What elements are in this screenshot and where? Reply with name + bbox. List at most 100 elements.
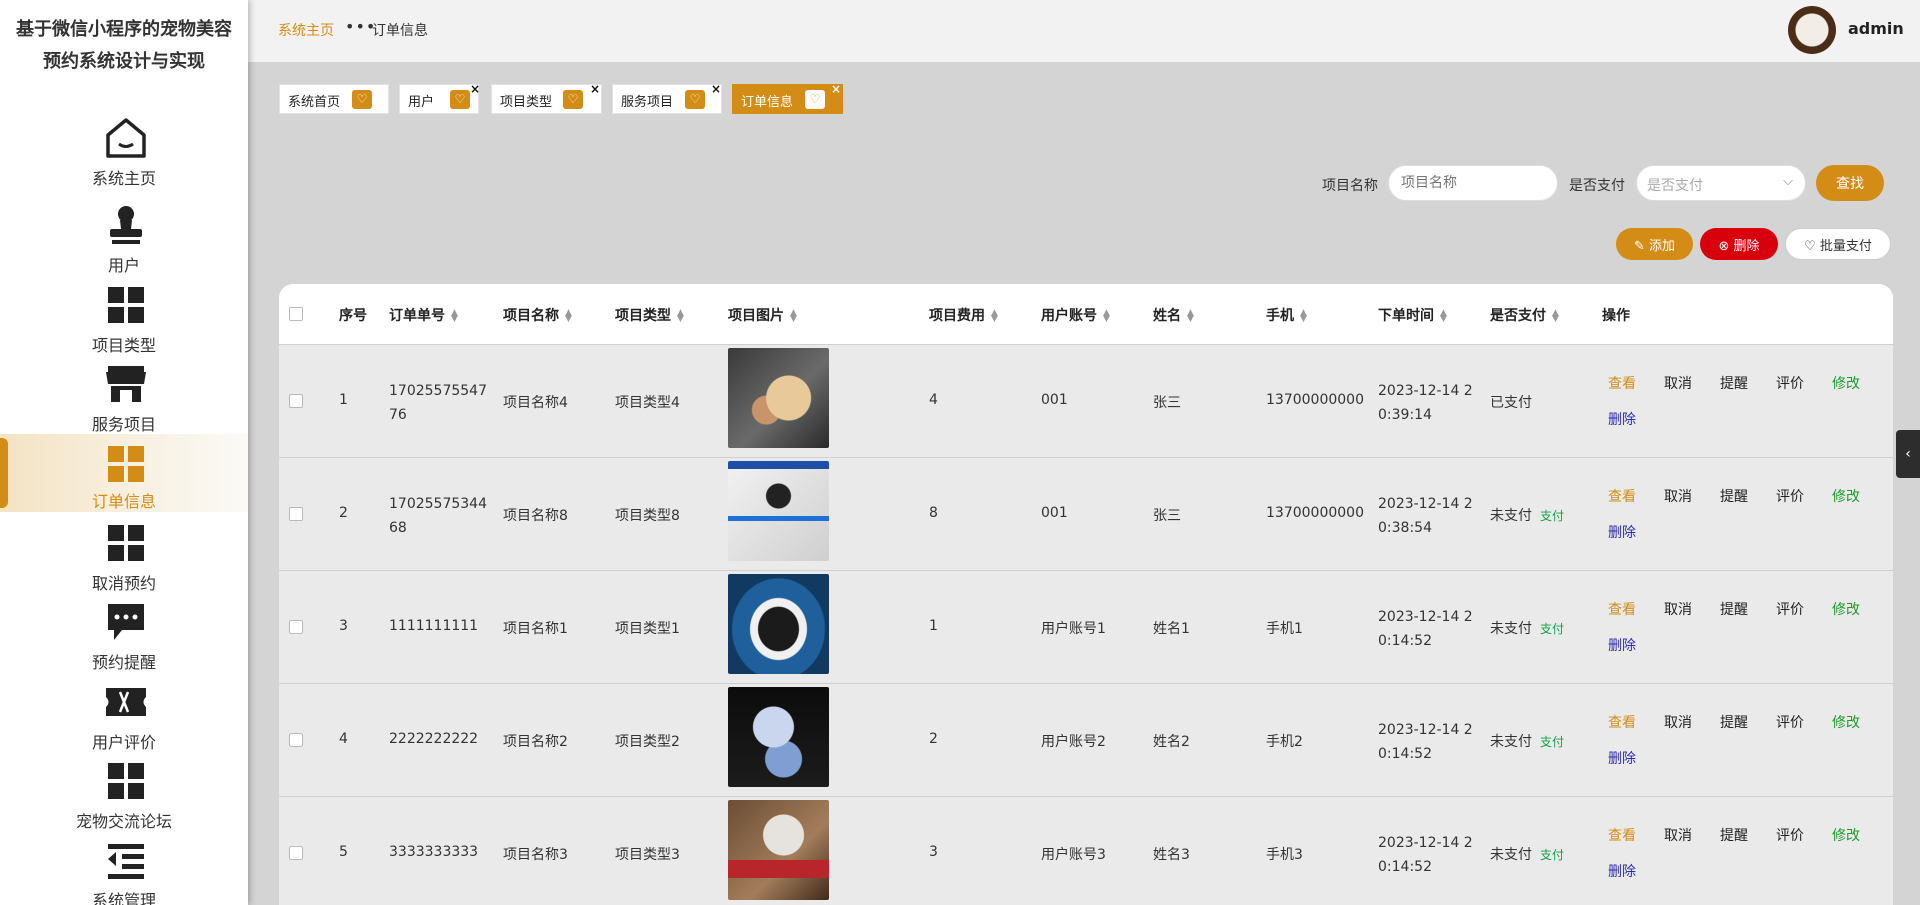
cell-order-no: 17025575344 68	[389, 496, 487, 536]
item-name-input[interactable]	[1388, 165, 1558, 201]
cell-item-name: 项目名称3	[503, 847, 568, 863]
row-checkbox[interactable]	[289, 620, 303, 634]
sidebar-item-review[interactable]: 用户评价	[0, 680, 248, 758]
header-paid[interactable]: 是否支付 ▲ ▼	[1490, 305, 1559, 325]
row-checkbox[interactable]	[289, 394, 303, 408]
sidebar-item-user[interactable]: 用户	[0, 203, 248, 281]
cancel-link[interactable]: 取消	[1664, 599, 1692, 619]
pay-link[interactable]: 支付	[1540, 622, 1564, 636]
pay-status-select[interactable]: 是否支付 ⌵	[1636, 165, 1806, 201]
cell-name: 姓名2	[1153, 734, 1190, 750]
cancel-link[interactable]: 取消	[1664, 825, 1692, 845]
sidebar-item-system[interactable]: 系统管理	[0, 838, 248, 905]
review-link[interactable]: 评价	[1776, 712, 1804, 732]
sidebar-item-item-type[interactable]: 项目类型	[0, 283, 248, 361]
row-checkbox[interactable]	[289, 507, 303, 521]
pay-link[interactable]: 支付	[1540, 848, 1564, 862]
header-item-type[interactable]: 项目类型 ▲ ▼	[615, 305, 684, 325]
add-button-label: 添加	[1649, 238, 1676, 254]
close-icon[interactable]: ×	[831, 82, 841, 96]
remind-link[interactable]: 提醒	[1720, 825, 1748, 845]
header-item-name[interactable]: 项目名称 ▲ ▼	[503, 305, 572, 325]
header-order-no[interactable]: 订单单号 ▲ ▼	[389, 305, 458, 325]
header-name[interactable]: 姓名 ▲ ▼	[1153, 305, 1194, 325]
tag-label: 系统首页	[288, 95, 341, 110]
tag-service[interactable]: 服务项目 ♡ ×	[612, 82, 722, 114]
app-title: 基于微信小程序的宠物美容预约系统设计与实现	[16, 19, 232, 72]
breadcrumb-home[interactable]: 系统主页	[278, 20, 334, 40]
cancel-link[interactable]: 取消	[1664, 373, 1692, 393]
view-link[interactable]: 查看	[1608, 373, 1636, 393]
collapse-panel-toggle[interactable]: ‹	[1896, 430, 1920, 478]
delete-link[interactable]: 删除	[1608, 861, 1636, 881]
edit-link[interactable]: 修改	[1832, 712, 1860, 732]
delete-link[interactable]: 删除	[1608, 635, 1636, 655]
username[interactable]: admin	[1848, 19, 1904, 38]
item-image[interactable]	[728, 574, 829, 674]
tag-user[interactable]: 用户 ♡ ×	[399, 82, 480, 114]
sidebar-item-reminder[interactable]: 预约提醒	[0, 600, 248, 678]
view-link[interactable]: 查看	[1608, 486, 1636, 506]
edit-link[interactable]: 修改	[1832, 486, 1860, 506]
sidebar-item-forum[interactable]: 宠物交流论坛	[0, 759, 248, 837]
delete-link[interactable]: 删除	[1608, 522, 1636, 542]
edit-link[interactable]: 修改	[1832, 373, 1860, 393]
header-account[interactable]: 用户账号 ▲ ▼	[1041, 305, 1110, 325]
row-checkbox[interactable]	[289, 733, 303, 747]
item-image[interactable]	[728, 461, 829, 561]
close-icon[interactable]: ×	[470, 82, 480, 96]
close-icon[interactable]: ×	[590, 82, 600, 96]
sidebar-item-service[interactable]: 服务项目	[0, 362, 248, 440]
cancel-link[interactable]: 取消	[1664, 712, 1692, 732]
tag-orders[interactable]: 订单信息 ♡ ×	[732, 82, 843, 114]
cell-phone: 手机3	[1266, 847, 1303, 863]
item-image[interactable]	[728, 800, 829, 900]
remind-link[interactable]: 提醒	[1720, 712, 1748, 732]
edit-link[interactable]: 修改	[1832, 599, 1860, 619]
batch-pay-button[interactable]: ♡ 批量支付	[1785, 228, 1891, 260]
row-checkbox[interactable]	[289, 846, 303, 860]
tag-home[interactable]: 系统首页 ♡	[279, 84, 389, 114]
sidebar-item-home[interactable]: 系统主页	[0, 116, 248, 194]
cell-item-fee: 2	[929, 731, 938, 747]
sidebar-item-orders[interactable]: 订单信息	[0, 434, 248, 512]
select-all-checkbox[interactable]	[289, 307, 303, 321]
delete-link[interactable]: 删除	[1608, 409, 1636, 429]
grid-icon	[108, 446, 144, 482]
delete-button[interactable]: ⊗ 删除	[1700, 228, 1778, 260]
header-item-fee[interactable]: 项目费用 ▲ ▼	[929, 305, 998, 325]
edit-link[interactable]: 修改	[1832, 825, 1860, 845]
cell-item-type: 项目类型8	[615, 508, 680, 524]
item-image[interactable]	[728, 687, 829, 787]
search-button[interactable]: 查找	[1816, 165, 1884, 201]
review-link[interactable]: 评价	[1776, 486, 1804, 506]
review-link[interactable]: 评价	[1776, 373, 1804, 393]
delete-circle-icon: ⊗	[1718, 238, 1734, 254]
remind-link[interactable]: 提醒	[1720, 486, 1748, 506]
view-link[interactable]: 查看	[1608, 599, 1636, 619]
review-link[interactable]: 评价	[1776, 599, 1804, 619]
header-item-image[interactable]: 项目图片 ▲ ▼	[728, 305, 797, 325]
pay-link[interactable]: 支付	[1540, 735, 1564, 749]
sort-icon: ▲ ▼	[451, 308, 458, 324]
avatar[interactable]	[1788, 6, 1836, 54]
header-index: 序号	[339, 308, 367, 324]
add-button[interactable]: ✎ 添加	[1616, 228, 1693, 260]
review-link[interactable]: 评价	[1776, 825, 1804, 845]
pay-link[interactable]: 支付	[1540, 509, 1564, 523]
header-phone[interactable]: 手机 ▲ ▼	[1266, 305, 1307, 325]
header-order-time[interactable]: 下单时间 ▲ ▼	[1378, 305, 1447, 325]
sidebar-item-label: 用户	[107, 256, 140, 275]
delete-link[interactable]: 删除	[1608, 748, 1636, 768]
view-link[interactable]: 查看	[1608, 825, 1636, 845]
sidebar-item-label: 系统主页	[91, 169, 156, 188]
item-image[interactable]	[728, 348, 829, 448]
view-link[interactable]: 查看	[1608, 712, 1636, 732]
cancel-link[interactable]: 取消	[1664, 486, 1692, 506]
tag-item-type[interactable]: 项目类型 ♡ ×	[491, 82, 602, 114]
remind-link[interactable]: 提醒	[1720, 599, 1748, 619]
tag-label: 服务项目	[621, 95, 674, 110]
sidebar-item-cancel[interactable]: 取消预约	[0, 521, 248, 599]
close-icon[interactable]: ×	[711, 82, 721, 96]
remind-link[interactable]: 提醒	[1720, 373, 1748, 393]
